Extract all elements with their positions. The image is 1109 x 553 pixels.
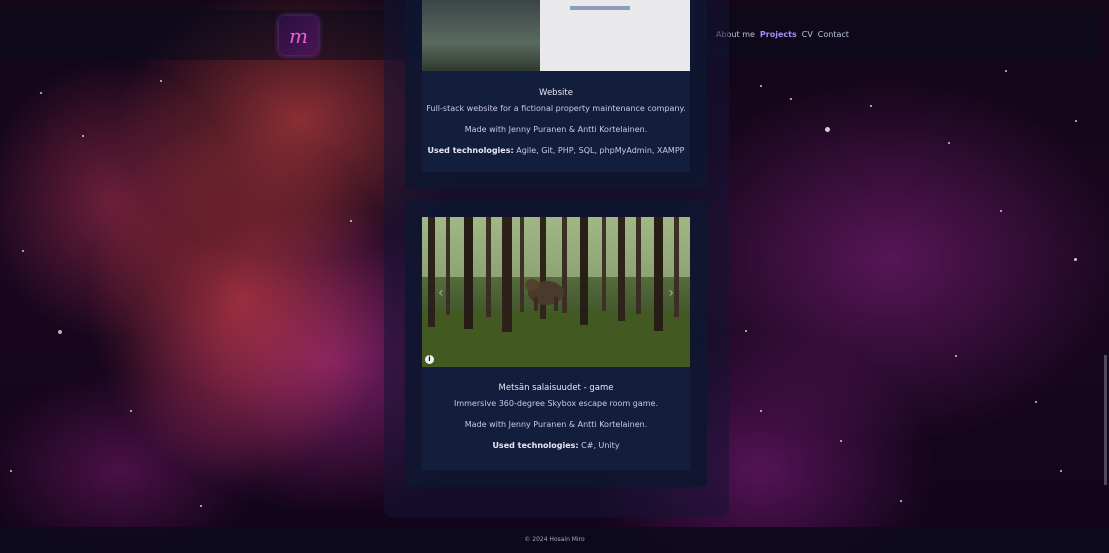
nav-projects[interactable]: Projects xyxy=(760,30,797,39)
technologies-values: C#, Unity xyxy=(581,441,620,450)
screenshot-page xyxy=(540,0,690,71)
copyright-text: © 2024 Hosain Miro xyxy=(524,536,585,543)
project-card-body: Website Full-stack website for a fiction… xyxy=(422,0,690,172)
forest-bear-image xyxy=(422,217,690,367)
project-image-carousel[interactable]: ‹ › i xyxy=(422,217,690,367)
technologies-label: Used technologies: xyxy=(427,146,514,155)
project-description: Immersive 360-degree Skybox escape room … xyxy=(453,399,659,408)
project-technologies: Used technologies: Agile, Git, PHP, SQL,… xyxy=(422,146,690,155)
site-footer: © 2024 Hosain Miro xyxy=(0,527,1109,553)
project-collaborators: Made with Jenny Puranen & Antti Kortelai… xyxy=(464,125,648,134)
technologies-label: Used technologies: xyxy=(492,441,579,450)
project-title: Metsän salaisuudet - game xyxy=(498,383,614,393)
project-card-body: ‹ › i Metsän salaisuudet - game Immersiv… xyxy=(422,217,690,470)
project-screenshot xyxy=(422,0,690,71)
carousel-next-icon[interactable]: › xyxy=(668,285,674,301)
project-collaborators: Made with Jenny Puranen & Antti Kortelai… xyxy=(464,420,648,429)
info-icon[interactable]: i xyxy=(425,355,434,364)
site-logo[interactable]: m xyxy=(279,16,318,55)
main-nav: About me Projects CV Contact xyxy=(716,30,849,39)
project-card-game: ‹ › i Metsän salaisuudet - game Immersiv… xyxy=(405,200,707,487)
project-card-website: Website Full-stack website for a fiction… xyxy=(405,0,707,189)
nav-contact[interactable]: Contact xyxy=(818,30,849,39)
project-technologies: Used technologies: C#, Unity xyxy=(422,441,690,450)
nav-cv[interactable]: CV xyxy=(802,30,813,39)
technologies-values: Agile, Git, PHP, SQL, phpMyAdmin, XAMPP xyxy=(516,146,685,155)
carousel-prev-icon[interactable]: ‹ xyxy=(438,285,444,301)
project-description: Full-stack website for a fictional prope… xyxy=(426,104,686,113)
page-scrollbar[interactable] xyxy=(1104,355,1107,485)
project-title: Website xyxy=(539,88,573,98)
screenshot-photo xyxy=(422,0,540,71)
